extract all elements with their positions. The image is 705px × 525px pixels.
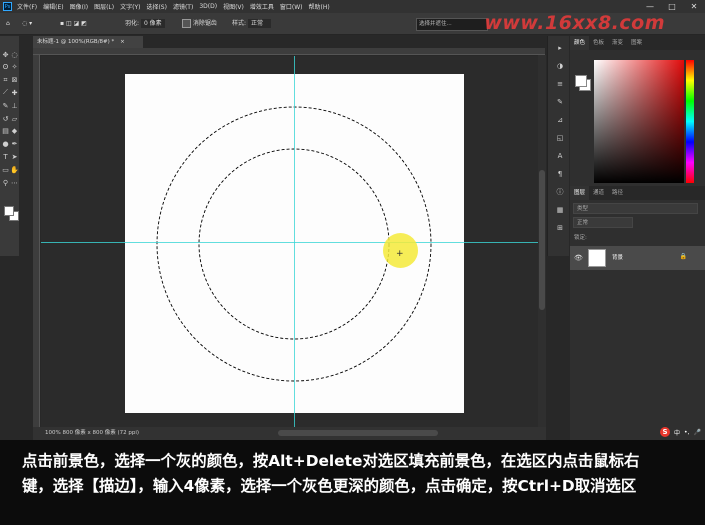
ime-logo-icon[interactable]: S: [660, 427, 670, 437]
caption-line-1: 点击前景色，选择一个灰的颜色，按Alt+Delete对选区填充前景色，在选区内点…: [22, 452, 640, 470]
path-panel-icon[interactable]: ⊿: [555, 116, 565, 125]
lock-icon: 🔒: [679, 253, 687, 260]
vertical-scroll-thumb[interactable]: [539, 170, 545, 310]
ime-mode-label[interactable]: 中: [674, 428, 680, 437]
layer-filter-input[interactable]: 类型: [573, 203, 698, 214]
info-panel-icon[interactable]: ⓘ: [555, 188, 565, 197]
panel-tab[interactable]: 图层: [570, 186, 590, 200]
panel-tab[interactable]: 渐变: [608, 36, 627, 50]
panel-tab[interactable]: 路径: [608, 186, 627, 200]
layer-name: 背景: [612, 255, 624, 261]
foreground-color-swatch[interactable]: [575, 75, 587, 87]
layer-comps-icon[interactable]: ◱: [555, 134, 565, 143]
panel-tab[interactable]: 色板: [589, 36, 608, 50]
color-picker-field[interactable]: [594, 60, 684, 183]
crosshair-cursor-icon: +: [396, 249, 404, 259]
panel-tab[interactable]: 通道: [589, 186, 608, 200]
horizontal-guide[interactable]: [41, 242, 538, 243]
panel-tab[interactable]: 图案: [627, 36, 646, 50]
layer-row[interactable]: 👁 背景 🔒: [570, 246, 705, 270]
ime-mic-icon[interactable]: 🎤: [693, 429, 700, 436]
caption-line-2: 键，选择【描边】，输入4像素，选择一个灰色更深的颜色，点击确定，按Ctrl+D取…: [22, 477, 637, 495]
ime-punctuation-icon[interactable]: •,: [684, 429, 689, 436]
history-panel-icon[interactable]: ▸: [555, 44, 565, 53]
ime-toolbar: S 中 •, 🎤 ⌨: [660, 427, 705, 437]
color-panel: [570, 50, 705, 186]
pattern-panel-icon[interactable]: ⊞: [555, 224, 565, 233]
lock-label: 锁定:: [574, 235, 587, 241]
layer-thumbnail: [588, 249, 606, 267]
layers-panel-tabs: 图层 通道 路径: [570, 186, 705, 200]
character-panel-icon[interactable]: A: [555, 152, 565, 161]
blend-mode-select[interactable]: 正常: [573, 217, 633, 228]
panel-icon-column: ▸ ◑ ≡ ✎ ⊿ ◱ A ¶ ⓘ ▦ ⊞: [547, 36, 569, 256]
tutorial-caption: 点击前景色，选择一个灰的颜色，按Alt+Delete对选区填充前景色，在选区内点…: [0, 440, 705, 525]
adjust-panel-icon[interactable]: ◑: [555, 62, 565, 71]
horizontal-scroll-thumb[interactable]: [278, 430, 438, 436]
eye-icon[interactable]: 👁: [574, 254, 583, 262]
hue-slider[interactable]: [686, 60, 694, 183]
paragraph-panel-icon[interactable]: ¶: [555, 170, 565, 179]
document-status-text: 100% 800 像素 x 800 像素 (72 ppi): [45, 430, 140, 436]
color-panel-tabs: 颜色 色板 渐变 图案: [570, 36, 705, 50]
swatch-panel-icon[interactable]: ▦: [555, 206, 565, 215]
properties-panel-icon[interactable]: ≡: [555, 80, 565, 89]
document-status-bar: 100% 800 像素 x 800 像素 (72 ppi): [33, 427, 546, 440]
right-panels: 颜色 色板 渐变 图案 图层 通道 路径 类型 正常 锁定: 👁 背景 🔒 S 中 •, …: [570, 36, 705, 440]
brush-settings-icon[interactable]: ✎: [555, 98, 565, 107]
panel-tab[interactable]: 颜色: [570, 36, 590, 50]
